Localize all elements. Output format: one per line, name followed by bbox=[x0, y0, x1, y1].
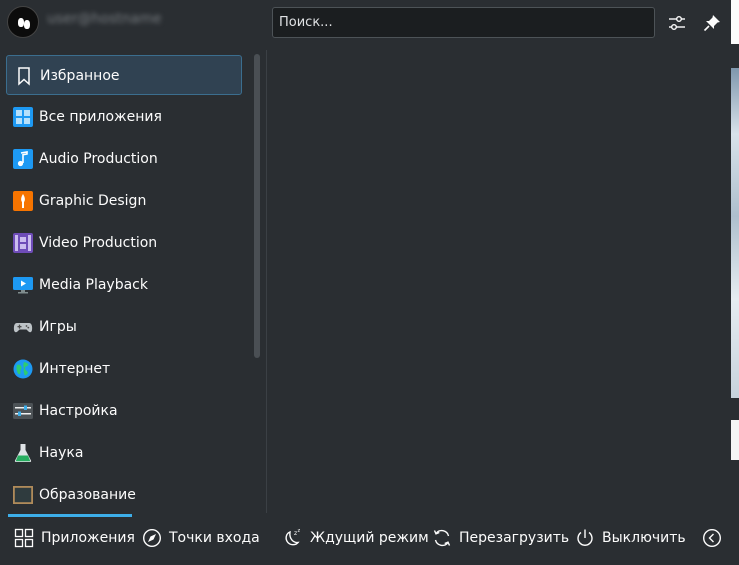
category-label: Образование bbox=[39, 487, 136, 503]
restart-button[interactable]: Перезагрузить bbox=[432, 514, 569, 562]
tab-places[interactable]: Точки входа bbox=[142, 514, 260, 562]
favorites-content-area bbox=[267, 50, 731, 513]
chevron-left-circle-icon bbox=[702, 528, 722, 548]
bookmark-icon bbox=[18, 67, 30, 86]
monitor-play-icon bbox=[13, 277, 33, 294]
category-label: Избранное bbox=[40, 68, 120, 84]
gamepad-icon bbox=[13, 323, 33, 333]
category-label: Все приложения bbox=[39, 109, 162, 125]
category-graphic-design[interactable]: Graphic Design bbox=[6, 181, 242, 221]
category-label: Video Production bbox=[39, 235, 158, 251]
shutdown-label: Выключить bbox=[602, 530, 686, 546]
sleep-moon-icon: z z bbox=[285, 528, 301, 546]
svg-text:z: z bbox=[298, 528, 301, 534]
flask-icon bbox=[14, 444, 32, 462]
user-avatar[interactable] bbox=[7, 6, 39, 38]
more-power-options-button[interactable] bbox=[702, 514, 722, 562]
background-image bbox=[731, 68, 739, 398]
blackboard-icon bbox=[13, 486, 33, 504]
category-list: Избранное Все приложения Audio Productio… bbox=[0, 52, 246, 513]
restart-icon bbox=[433, 529, 451, 547]
category-media-playback[interactable]: Media Playback bbox=[6, 265, 242, 305]
category-education[interactable]: Образование bbox=[6, 475, 242, 513]
sleep-label: Ждущий режим bbox=[310, 530, 429, 546]
graphic-design-icon bbox=[13, 191, 33, 211]
scrollbar-thumb[interactable] bbox=[254, 54, 260, 358]
film-strip-icon bbox=[13, 233, 33, 253]
category-label: Игры bbox=[39, 319, 77, 335]
globe-icon bbox=[13, 359, 33, 379]
search-input[interactable] bbox=[272, 7, 655, 38]
pin-button[interactable] bbox=[697, 8, 727, 38]
category-settings[interactable]: Настройка bbox=[6, 391, 242, 431]
category-label: Настройка bbox=[39, 403, 118, 419]
category-video-production[interactable]: Video Production bbox=[6, 223, 242, 263]
category-internet[interactable]: Интернет bbox=[6, 349, 242, 389]
background-window bbox=[731, 0, 739, 565]
settings-sliders-icon bbox=[13, 403, 33, 419]
all-apps-grid-icon bbox=[13, 107, 33, 127]
tab-applications[interactable]: Приложения bbox=[14, 514, 135, 562]
restart-label: Перезагрузить bbox=[459, 530, 570, 546]
sleep-button[interactable]: z z Ждущий режим bbox=[283, 514, 429, 562]
application-launcher: user@hostname Избранное bbox=[0, 0, 731, 565]
category-all-applications[interactable]: Все приложения bbox=[6, 97, 242, 137]
category-science[interactable]: Наука bbox=[6, 433, 242, 473]
footprint-icon bbox=[24, 20, 30, 29]
music-note-icon bbox=[13, 149, 33, 169]
pin-icon bbox=[703, 15, 720, 32]
category-label: Наука bbox=[39, 445, 84, 461]
user-name: user@hostname bbox=[47, 11, 162, 27]
category-favorites[interactable]: Избранное bbox=[6, 55, 242, 95]
sliders-icon bbox=[669, 16, 685, 30]
compass-icon bbox=[142, 528, 162, 548]
apps-grid-icon bbox=[14, 528, 34, 548]
tab-label: Приложения bbox=[41, 530, 135, 546]
tab-label: Точки входа bbox=[169, 530, 260, 546]
category-audio-production[interactable]: Audio Production bbox=[6, 139, 242, 179]
configure-button[interactable] bbox=[662, 8, 692, 38]
power-icon bbox=[577, 529, 593, 546]
category-label: Интернет bbox=[39, 361, 111, 377]
shutdown-button[interactable]: Выключить bbox=[575, 514, 686, 562]
category-label: Graphic Design bbox=[39, 193, 147, 209]
category-label: Audio Production bbox=[39, 151, 158, 167]
category-games[interactable]: Игры bbox=[6, 307, 242, 347]
category-label: Media Playback bbox=[39, 277, 148, 293]
